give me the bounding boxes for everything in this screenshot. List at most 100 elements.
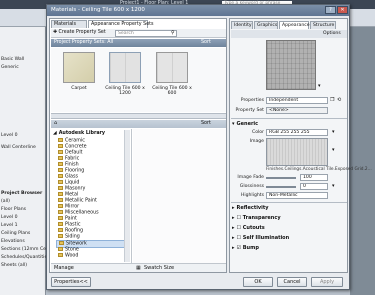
help-icon[interactable]: ?: [325, 6, 336, 14]
manage-dropdown[interactable]: Manage: [54, 265, 74, 271]
library-sort-dropdown[interactable]: Sort: [201, 121, 211, 126]
library-item-liquid[interactable]: Liquid: [58, 180, 79, 186]
image-fade-value[interactable]: 100: [300, 174, 328, 181]
library-item-metal[interactable]: Metal: [58, 192, 78, 198]
library-item-default[interactable]: Default: [58, 150, 83, 156]
image-map-thumbnail[interactable]: [266, 138, 328, 166]
glossiness-slider[interactable]: [266, 186, 296, 188]
bg-item[interactable]: Generic: [1, 65, 19, 70]
checkbox-icon[interactable]: ☐: [237, 225, 241, 231]
library-item-fabric[interactable]: Fabric: [58, 156, 79, 162]
bg-item[interactable]: (all): [1, 199, 10, 204]
options-dropdown[interactable]: Options: [323, 31, 341, 36]
preview-options-icon[interactable]: ▾: [318, 83, 321, 89]
tab-identity[interactable]: Identity: [231, 21, 253, 29]
library-item-plastic[interactable]: Plastic: [58, 222, 81, 228]
tab-appearance-property-sets[interactable]: Appearance Property Sets: [88, 20, 154, 28]
library-item-glass[interactable]: Glass: [58, 174, 78, 180]
tab-structure[interactable]: Structure: [310, 21, 336, 29]
bg-item[interactable]: Schedules/Quantities: [1, 255, 50, 260]
sort-dropdown[interactable]: Sort: [201, 40, 211, 45]
ceiling-tile-600x1200-swatch[interactable]: [109, 52, 141, 83]
replace-icon[interactable]: ⟲: [337, 97, 341, 103]
library-item-wood[interactable]: Wood: [58, 253, 78, 259]
bg-item[interactable]: Level 0: [1, 215, 18, 220]
library-item-flooring[interactable]: Flooring: [58, 168, 84, 174]
library-root[interactable]: ◢ Autodesk Library: [53, 131, 105, 136]
splitter[interactable]: [51, 113, 226, 119]
library-item-ceramic[interactable]: Ceramic: [58, 138, 85, 144]
properties-toggle-button[interactable]: Properties<<: [51, 277, 91, 287]
library-root-label: Autodesk Library: [58, 131, 106, 136]
transparency-section[interactable]: ▸ ☐ Transparency: [232, 215, 281, 221]
folder-icon: [58, 247, 63, 251]
tab-graphics[interactable]: Graphics: [254, 21, 278, 29]
image-caption[interactable]: Finishes.Ceilings.Acoustical Tile.Expose…: [266, 167, 372, 172]
library-item-roofing[interactable]: Roofing: [58, 228, 83, 234]
library-item-miscellaneous[interactable]: Miscellaneous: [58, 210, 99, 216]
close-icon[interactable]: ✕: [337, 6, 348, 14]
search-input[interactable]: Search: [115, 30, 177, 37]
library-item-concrete[interactable]: Concrete: [58, 144, 87, 150]
cancel-button[interactable]: Cancel: [277, 277, 307, 287]
bg-item[interactable]: Basic Wall: [1, 57, 24, 62]
revit-right-area: [350, 27, 375, 295]
folder-icon: [58, 253, 63, 257]
folder-icon: [58, 210, 63, 214]
section-label: Self Illumination: [242, 235, 290, 241]
bg-item[interactable]: Ceiling Plans: [1, 231, 30, 236]
checkbox-icon[interactable]: ☐: [237, 235, 241, 241]
library-item-label: Roofing: [65, 228, 84, 234]
image-fade-slider[interactable]: [266, 177, 296, 179]
checkbox-checked-icon[interactable]: ☑: [237, 245, 241, 251]
swatch-label: Ceiling Tile 600 x 600: [152, 86, 192, 96]
bg-item[interactable]: Elevations: [1, 239, 25, 244]
color-options-icon[interactable]: ▾: [332, 129, 335, 135]
library-item-mirror[interactable]: Mirror: [58, 204, 79, 210]
generic-section-header[interactable]: ▾ Generic: [232, 121, 258, 127]
swatch-label: Carpet: [71, 86, 87, 91]
self-illumination-section[interactable]: ▸ ☐ Self Illumination: [232, 235, 289, 241]
cutouts-section[interactable]: ▸ ☐ Cutouts: [232, 225, 265, 231]
glossiness-value[interactable]: 0: [300, 183, 328, 190]
glossiness-options-icon[interactable]: ▾: [332, 183, 335, 189]
ceiling-tile-600x600-swatch[interactable]: [156, 52, 188, 83]
swatch-size-icon[interactable]: ▦: [136, 265, 141, 271]
apply-button[interactable]: Apply: [311, 277, 343, 287]
highlights-dropdown[interactable]: Non-Metallic: [266, 192, 328, 199]
library-item-siding[interactable]: Siding: [58, 234, 80, 240]
color-field[interactable]: RGB 255 255 255: [266, 129, 328, 136]
reflectivity-section[interactable]: ▸ Reflectivity: [232, 205, 269, 211]
options-bar: Options: [231, 30, 347, 38]
checkbox-icon[interactable]: ☐: [237, 215, 241, 221]
section-label: Cutouts: [242, 225, 265, 231]
library-home-icon[interactable]: ⌂: [54, 121, 57, 126]
bg-item[interactable]: Floor Plans: [1, 207, 26, 212]
bg-item[interactable]: Level 1: [1, 223, 18, 228]
bg-item[interactable]: Sheets (all): [1, 263, 27, 268]
tab-appearance[interactable]: Appearance: [279, 21, 310, 29]
library-item-label: Liquid: [65, 180, 80, 186]
bump-section[interactable]: ▸ ☑ Bump: [232, 245, 259, 251]
properties-dropdown[interactable]: Independent: [266, 97, 328, 104]
carpet-swatch[interactable]: [63, 52, 95, 83]
bg-item[interactable]: Level 0: [1, 133, 18, 138]
bg-item[interactable]: Wall Centerline: [1, 145, 36, 150]
library-item-metallic-paint[interactable]: Metallic Paint: [58, 198, 97, 204]
library-item-finish[interactable]: Finish: [58, 162, 79, 168]
swatch-size-dropdown[interactable]: Swatch Size: [144, 265, 174, 271]
tab-materials[interactable]: Materials: [51, 20, 87, 28]
sets-header-label: Project Property Sets: All: [54, 40, 114, 45]
search-icon[interactable]: ⚲: [171, 30, 175, 36]
image-options-icon[interactable]: ▾: [332, 147, 335, 153]
library-scrollbar[interactable]: [124, 130, 130, 262]
duplicate-icon[interactable]: ❐: [330, 97, 334, 103]
library-item-stone[interactable]: Stone: [58, 247, 79, 253]
ok-button[interactable]: OK: [243, 277, 273, 287]
library-item-masonry[interactable]: Masonry: [58, 186, 85, 192]
folder-icon: [59, 241, 64, 245]
library-item-paint[interactable]: Paint: [58, 216, 77, 222]
folder-icon: [58, 168, 63, 172]
dialog-title: Materials - Ceiling Tile 600 x 1200: [51, 7, 145, 13]
create-property-set-button[interactable]: ✚ Create Property Set: [53, 30, 106, 35]
